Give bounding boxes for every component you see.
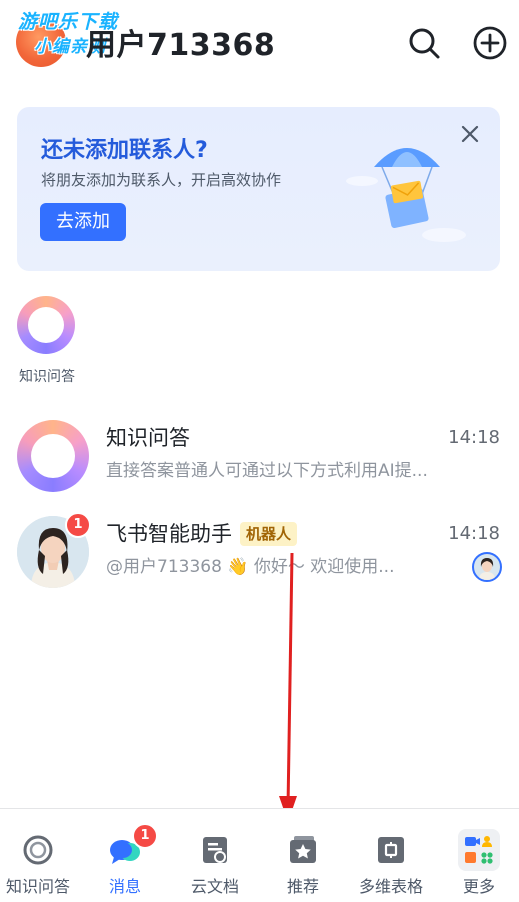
balloon-illustration — [346, 148, 466, 242]
plus-circle-icon — [473, 26, 507, 60]
ring-icon — [23, 835, 53, 865]
chat-name: 知识问答 — [106, 426, 190, 450]
chat-preview: 直接答案普通人可通过以下方式利用AI提... — [106, 461, 428, 481]
chat-row-knowledge-qa[interactable]: 知识问答 14:18 直接答案普通人可通过以下方式利用AI提... — [0, 410, 519, 506]
add-contact-button[interactable]: 去添加 — [40, 203, 126, 241]
bottom-nav: 知识问答 1 消息 云文档 推荐 多维表格 更多 — [0, 808, 519, 902]
chat-time: 14:18 — [448, 427, 500, 448]
tab-label: 更多 — [462, 877, 495, 896]
unread-badge: 1 — [65, 512, 91, 538]
chat-title-row: 飞书智能助手 机器人 — [106, 520, 298, 548]
banner-title: 还未添加联系人? — [41, 138, 208, 163]
header: 游吧乐下载 小编亲测 用户713368 — [0, 0, 519, 95]
tab-label: 消息 — [108, 877, 141, 896]
add-contact-banner: 还未添加联系人? 将朋友添加为联系人，开启高效协作 去添加 — [17, 107, 500, 271]
tab-multidimensional-table[interactable]: 多维表格 — [348, 809, 434, 902]
search-icon — [409, 28, 440, 59]
doc-icon — [203, 837, 227, 863]
star-folder-icon — [290, 836, 316, 863]
chat-row-feishu-assistant[interactable]: 1 飞书智能助手 机器人 14:18 @用户713368 👋 你好～ 欢迎使用.… — [0, 506, 519, 602]
chat-name: 飞书智能助手 — [106, 522, 232, 546]
tab-label: 推荐 — [286, 877, 319, 896]
knowledge-ring-icon — [17, 420, 89, 492]
tab-label: 知识问答 — [5, 877, 70, 896]
messages-badge: 1 — [132, 823, 158, 849]
quick-knowledge-qa[interactable]: 知识问答 — [14, 294, 80, 389]
tab-label: 多维表格 — [358, 877, 423, 896]
search-button[interactable] — [405, 24, 443, 62]
read-receipt-avatar — [472, 552, 502, 582]
bot-tag: 机器人 — [240, 522, 298, 546]
quick-chip-label: 知识问答 — [19, 369, 75, 385]
tab-knowledge-qa[interactable]: 知识问答 — [0, 809, 81, 902]
add-button[interactable] — [471, 24, 509, 62]
knowledge-ring-icon — [17, 296, 75, 354]
tab-cloud-docs[interactable]: 云文档 — [172, 809, 258, 902]
tab-recommend[interactable]: 推荐 — [260, 809, 346, 902]
apps-icon — [458, 829, 500, 871]
page-title: 用户713368 — [86, 28, 276, 63]
tab-messages[interactable]: 1 消息 — [82, 809, 168, 902]
chat-preview: @用户713368 👋 你好～ 欢迎使用... — [106, 557, 395, 577]
banner-subtitle: 将朋友添加为联系人，开启高效协作 — [41, 171, 282, 189]
chat-time: 14:18 — [448, 523, 500, 544]
tab-more[interactable]: 更多 — [436, 809, 519, 902]
table-icon — [378, 837, 404, 863]
tab-label: 云文档 — [190, 877, 239, 896]
mini-portrait-icon — [479, 558, 495, 580]
